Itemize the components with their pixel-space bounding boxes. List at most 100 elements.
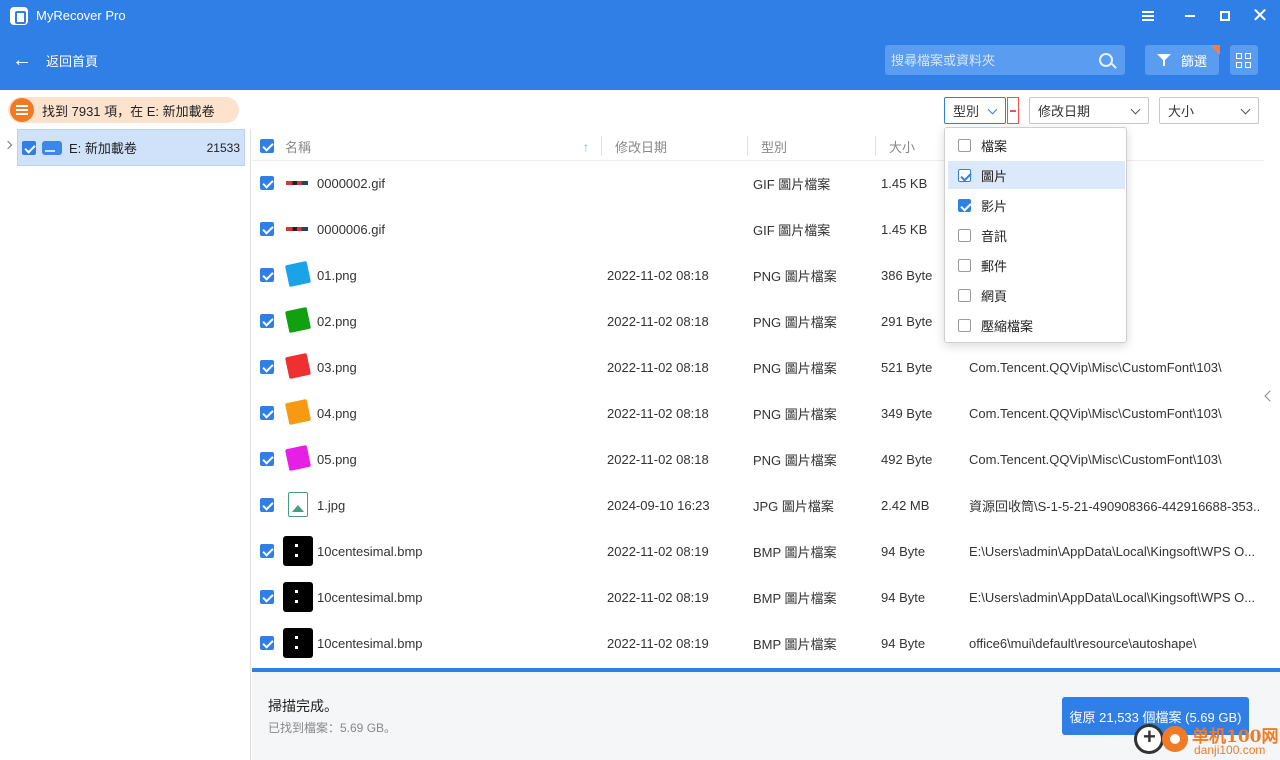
column-divider[interactable]: [747, 136, 748, 156]
back-to-home-button[interactable]: ← 返回首頁: [12, 48, 98, 72]
column-size[interactable]: 大小: [889, 131, 915, 161]
sort-ascending-icon[interactable]: ↑: [583, 140, 589, 154]
list-icon: [10, 98, 34, 122]
cell-name: 10centesimal.bmp: [317, 543, 423, 559]
type-menu-item[interactable]: 檔案: [948, 131, 1125, 159]
row-checkbox[interactable]: [260, 360, 274, 374]
date-filter-dropdown[interactable]: 修改日期: [1029, 97, 1149, 124]
row-checkbox[interactable]: [260, 176, 274, 190]
type-filter-label: 型別: [953, 104, 980, 119]
table-row[interactable]: 10centesimal.bmp 2022-11-02 08:19 BMP 圖片檔案…: [252, 528, 1264, 574]
tree-item-drive-e[interactable]: E: 新加載卷 21533: [17, 129, 245, 166]
table-row[interactable]: 1.jpg 2024-09-10 16:23 JPG 圖片檔案 2.42 MB 資源回收…: [252, 482, 1264, 528]
column-name[interactable]: 名稱: [285, 131, 311, 161]
funnel-icon: [1157, 53, 1171, 67]
gif-thumbnail-icon: [284, 214, 310, 244]
column-divider[interactable]: [875, 136, 876, 156]
status-footer: 掃描完成。 已找到檔案：5.69 GB。 復原 21,533 個檔案 (5.69…: [252, 672, 1280, 760]
scan-summary: 找到 7931 項，在 E: 新加載卷: [8, 97, 239, 123]
watermark-url: danji100.com: [1194, 743, 1266, 757]
row-checkbox[interactable]: [260, 314, 274, 328]
cell-name: 10centesimal.bmp: [317, 589, 423, 605]
type-menu-checkbox[interactable]: [958, 228, 971, 242]
type-menu-item[interactable]: 影片: [948, 191, 1125, 219]
collapse-panel-icon[interactable]: [1264, 390, 1276, 402]
minimize-button[interactable]: [1175, 4, 1205, 28]
type-filter-menu: 檔案圖片影片音訊郵件網頁壓縮檔案: [944, 127, 1127, 343]
arrow-left-icon: ←: [12, 49, 32, 71]
type-filter-dropdown[interactable]: 型別: [944, 97, 1006, 124]
drive-label: E: 新加載卷: [69, 141, 137, 156]
row-checkbox[interactable]: [260, 544, 274, 558]
type-menu-item[interactable]: 圖片: [948, 161, 1125, 189]
type-menu-checkbox[interactable]: [958, 138, 971, 152]
type-menu-item[interactable]: 網頁: [948, 281, 1125, 309]
cell-path: Com.Tencent.QQVip\Misc\CustomFont\103\: [969, 451, 1222, 467]
type-menu-checkbox[interactable]: [958, 258, 971, 272]
drive-icon: [42, 140, 62, 155]
app-title: MyRecover Pro: [36, 8, 126, 23]
select-all-checkbox[interactable]: [260, 139, 274, 153]
type-menu-item[interactable]: 音訊: [948, 221, 1125, 249]
row-checkbox[interactable]: [260, 406, 274, 420]
table-row[interactable]: 03.png 2022-11-02 08:18 PNG 圖片檔案 521 Byte Co…: [252, 344, 1264, 390]
cell-date: 2022-11-02 08:19: [607, 635, 709, 651]
cell-path: Com.Tencent.QQVip\Misc\CustomFont\103\: [969, 359, 1222, 375]
filter-button[interactable]: 篩選: [1145, 45, 1220, 75]
type-menu-checkbox[interactable]: [958, 288, 971, 302]
watermark-dot-icon: [1162, 726, 1188, 752]
table-row[interactable]: 10centesimal.bmp 2022-11-02 08:19 BMP 圖片檔案…: [252, 574, 1264, 620]
drive-checkbox[interactable]: [22, 140, 36, 155]
type-menu-checkbox[interactable]: [958, 318, 971, 332]
cell-size: 94 Byte: [881, 589, 926, 605]
cell-type: BMP 圖片檔案: [753, 544, 837, 560]
column-type[interactable]: 型別: [761, 131, 787, 161]
search-icon[interactable]: [1099, 53, 1113, 67]
cell-path: 資源回收筒\S-1-5-21-490908366-442916688-353..…: [969, 498, 1259, 514]
cell-name: 0000002.gif: [317, 175, 385, 191]
row-checkbox[interactable]: [260, 452, 274, 466]
type-filter-clear-button[interactable]: [1007, 97, 1019, 124]
table-row[interactable]: 10centesimal.bmp 2022-11-02 08:19 BMP 圖片檔案…: [252, 620, 1264, 666]
maximize-button[interactable]: [1210, 4, 1240, 28]
bmp-thumbnail-icon: [283, 536, 313, 566]
menu-button[interactable]: [1133, 4, 1163, 28]
type-menu-checkbox[interactable]: [958, 168, 971, 182]
type-menu-label: 郵件: [981, 258, 1008, 274]
row-checkbox[interactable]: [260, 498, 274, 512]
size-filter-dropdown[interactable]: 大小: [1159, 97, 1259, 124]
image-file-icon: [288, 492, 308, 517]
view-toggle-button[interactable]: [1230, 45, 1258, 75]
column-date[interactable]: 修改日期: [615, 131, 667, 161]
type-menu-checkbox[interactable]: [958, 198, 971, 212]
type-menu-item[interactable]: 壓縮檔案: [948, 311, 1125, 339]
cell-date: 2022-11-02 08:18: [607, 359, 709, 375]
watermark: 单机100网 danji100.com: [1132, 720, 1280, 760]
png-thumbnail-icon: [284, 306, 312, 334]
cell-type: PNG 圖片檔案: [753, 268, 837, 284]
row-checkbox[interactable]: [260, 268, 274, 282]
filter-label: 篩選: [1181, 53, 1208, 69]
cell-type: PNG 圖片檔案: [753, 314, 837, 330]
cell-size: 94 Byte: [881, 543, 926, 559]
type-menu-label: 影片: [981, 198, 1008, 214]
row-checkbox[interactable]: [260, 636, 274, 650]
chevron-down-icon: [1130, 104, 1141, 115]
cell-date: 2022-11-02 08:18: [607, 267, 709, 283]
scan-status-title: 掃描完成。: [268, 698, 338, 714]
search-input[interactable]: [891, 45, 1091, 75]
row-checkbox[interactable]: [260, 590, 274, 604]
column-divider[interactable]: [601, 136, 602, 156]
type-menu-label: 圖片: [981, 168, 1008, 184]
row-checkbox[interactable]: [260, 222, 274, 236]
close-button[interactable]: ✕: [1245, 4, 1275, 28]
cell-size: 492 Byte: [881, 451, 933, 467]
type-menu-label: 網頁: [981, 288, 1008, 304]
png-thumbnail-icon: [284, 444, 312, 472]
type-menu-item[interactable]: 郵件: [948, 251, 1125, 279]
table-row[interactable]: 05.png 2022-11-02 08:18 PNG 圖片檔案 492 Byte Co…: [252, 436, 1264, 482]
table-row[interactable]: 04.png 2022-11-02 08:18 PNG 圖片檔案 349 Byte Co…: [252, 390, 1264, 436]
cell-name: 0000006.gif: [317, 221, 385, 237]
cell-type: PNG 圖片檔案: [753, 452, 837, 468]
png-thumbnail-icon: [284, 260, 312, 288]
